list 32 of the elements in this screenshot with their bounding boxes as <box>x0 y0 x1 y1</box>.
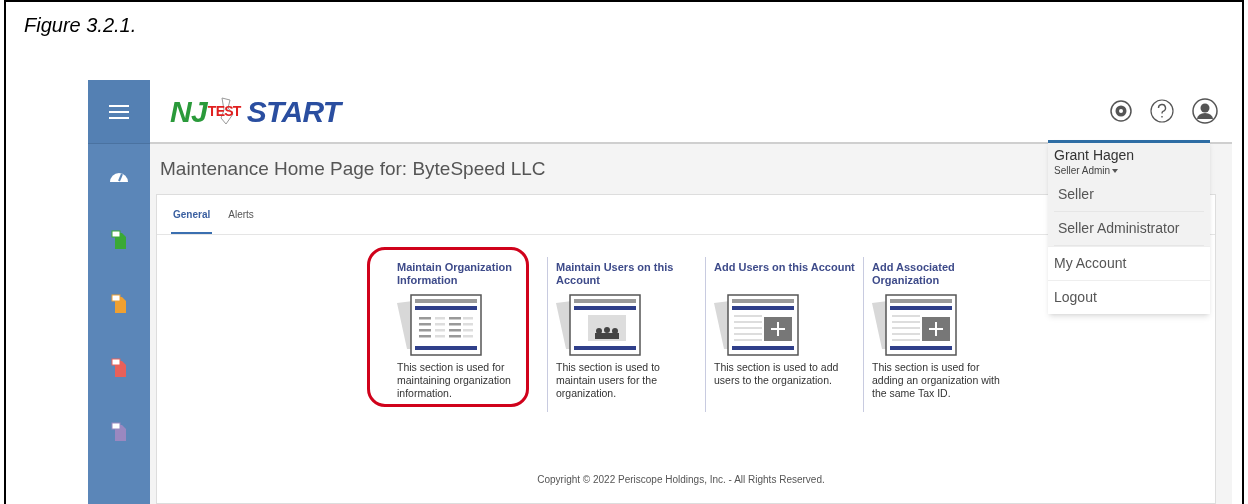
user-name: Grant Hagen <box>1054 147 1136 163</box>
document-icon[interactable] <box>111 422 127 442</box>
document-icon[interactable] <box>111 358 127 378</box>
settings-icon[interactable] <box>1110 100 1132 122</box>
role-option[interactable]: Seller <box>1054 178 1204 212</box>
role-dropdown[interactable]: Seller Admin <box>1054 163 1204 178</box>
user-avatar-icon[interactable] <box>1192 98 1218 124</box>
tile-description: This section is used to maintain users for the organization. <box>556 361 661 400</box>
menu-icon[interactable] <box>108 103 130 120</box>
tile-description: This section is used to add users to the organization. <box>714 361 840 387</box>
page-illustration-icon <box>714 293 802 357</box>
copyright-text: Copyright © 2022 Periscope Holdings, Inc. - All Rights Reserved. <box>536 473 826 487</box>
page-illustration-icon <box>556 293 644 357</box>
role-option[interactable]: Seller Administrator <box>1054 212 1204 246</box>
tab[interactable]: Alerts <box>226 207 256 234</box>
page-illustration-icon <box>397 293 485 357</box>
tile-link[interactable]: Add Associated Organization <box>872 261 1013 289</box>
menu-link[interactable]: My Account <box>1048 246 1210 280</box>
caret-icon <box>1112 168 1119 173</box>
tile-link[interactable]: Maintain Users on this Account <box>556 261 697 289</box>
tile-description: This section is used for adding an organization with the same Tax ID. <box>872 361 1001 400</box>
help-icon[interactable] <box>1150 99 1174 123</box>
document-icon[interactable] <box>111 294 127 314</box>
document-icon[interactable] <box>111 230 127 250</box>
page-title: Maintenance Home Page for: ByteSpeed LLC <box>160 156 546 181</box>
tab[interactable]: General <box>171 207 213 234</box>
tile-link[interactable]: Maintain Organization Information <box>397 261 539 289</box>
figure-caption: Figure 3.2.1. <box>24 13 137 38</box>
tile-link[interactable]: Add Users on this Account <box>714 261 855 289</box>
tile-description: This section is used for maintaining organization information. <box>397 361 512 400</box>
menu-link[interactable]: Logout <box>1048 280 1210 314</box>
page-illustration-icon <box>872 293 960 357</box>
